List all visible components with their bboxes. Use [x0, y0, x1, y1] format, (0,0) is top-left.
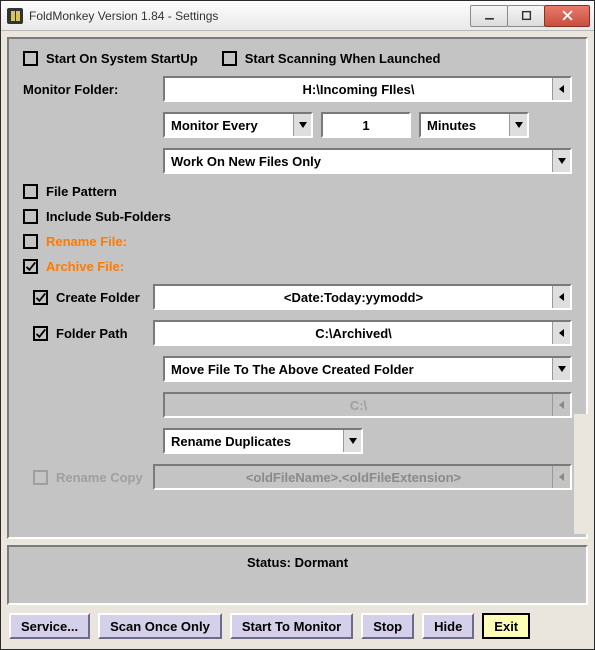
disabled-path-combo: C:\: [163, 392, 572, 418]
start-monitor-button[interactable]: Start To Monitor: [230, 613, 353, 639]
duplicates-value: Rename Duplicates: [165, 434, 343, 449]
folder-path-label: Folder Path: [56, 326, 128, 341]
folder-path-value: C:\Archived\: [155, 326, 552, 341]
titlebar[interactable]: FoldMonkey Version 1.84 - Settings: [1, 1, 594, 31]
start-on-startup-label: Start On System StartUp: [46, 51, 198, 66]
archive-file-checkbox[interactable]: [23, 259, 38, 274]
chevron-left-icon[interactable]: [552, 78, 570, 100]
exit-button[interactable]: Exit: [482, 613, 530, 639]
interval-mode-combo[interactable]: Monitor Every: [163, 112, 313, 138]
include-subfolders-label: Include Sub-Folders: [46, 209, 171, 224]
app-window: FoldMonkey Version 1.84 - Settings Start…: [0, 0, 595, 650]
create-folder-combo[interactable]: <Date:Today:yymodd>: [153, 284, 572, 310]
monitor-folder-value: H:\Incoming FIles\: [165, 82, 552, 97]
move-action-combo[interactable]: Move File To The Above Created Folder: [163, 356, 572, 382]
app-icon: [7, 8, 23, 24]
rename-copy-value: <oldFileName>.<oldFileExtension>: [155, 470, 552, 485]
status-text: Status: Dormant: [247, 555, 348, 603]
client-area: Start On System StartUp Start Scanning W…: [1, 31, 594, 649]
monitor-folder-combo[interactable]: H:\Incoming FIles\: [163, 76, 572, 102]
minimize-button[interactable]: [470, 5, 508, 27]
create-folder-checkbox[interactable]: [33, 290, 48, 305]
interval-unit-value: Minutes: [421, 118, 509, 133]
interval-unit-combo[interactable]: Minutes: [419, 112, 529, 138]
chevron-left-icon[interactable]: [552, 322, 570, 344]
disabled-path-value: C:\: [165, 398, 552, 413]
chevron-down-icon[interactable]: [293, 114, 311, 136]
monitor-folder-label: Monitor Folder:: [23, 82, 163, 97]
chevron-down-icon[interactable]: [552, 150, 570, 172]
chevron-down-icon[interactable]: [509, 114, 527, 136]
start-scanning-checkbox[interactable]: [222, 51, 237, 66]
start-scanning-label: Start Scanning When Launched: [245, 51, 441, 66]
folder-path-combo[interactable]: C:\Archived\: [153, 320, 572, 346]
scan-once-button[interactable]: Scan Once Only: [98, 613, 222, 639]
rename-file-label: Rename File:: [46, 234, 127, 249]
interval-value-field[interactable]: 1: [321, 112, 411, 138]
window-title: FoldMonkey Version 1.84 - Settings: [29, 9, 471, 23]
chevron-left-icon: [552, 394, 570, 416]
chevron-left-icon[interactable]: [552, 286, 570, 308]
file-pattern-checkbox[interactable]: [23, 184, 38, 199]
create-folder-label: Create Folder: [56, 290, 140, 305]
settings-panel: Start On System StartUp Start Scanning W…: [7, 37, 588, 539]
close-button[interactable]: [544, 5, 590, 27]
duplicates-combo[interactable]: Rename Duplicates: [163, 428, 363, 454]
scrollbar[interactable]: [574, 414, 589, 534]
status-panel: Status: Dormant: [7, 545, 588, 605]
window-controls: [471, 5, 590, 27]
include-subfolders-checkbox[interactable]: [23, 209, 38, 224]
folder-path-checkbox[interactable]: [33, 326, 48, 341]
service-button[interactable]: Service...: [9, 613, 90, 639]
work-mode-value: Work On New Files Only: [165, 154, 552, 169]
work-mode-combo[interactable]: Work On New Files Only: [163, 148, 572, 174]
hide-button[interactable]: Hide: [422, 613, 474, 639]
maximize-button[interactable]: [507, 5, 545, 27]
start-on-startup-checkbox[interactable]: [23, 51, 38, 66]
chevron-down-icon[interactable]: [552, 358, 570, 380]
interval-mode-value: Monitor Every: [165, 118, 293, 133]
archive-file-label: Archive File:: [46, 259, 124, 274]
file-pattern-label: File Pattern: [46, 184, 117, 199]
rename-copy-combo: <oldFileName>.<oldFileExtension>: [153, 464, 572, 490]
chevron-down-icon[interactable]: [343, 430, 361, 452]
stop-button[interactable]: Stop: [361, 613, 414, 639]
rename-copy-label: Rename Copy: [56, 470, 143, 485]
button-row: Service... Scan Once Only Start To Monit…: [7, 613, 588, 643]
create-folder-value: <Date:Today:yymodd>: [155, 290, 552, 305]
rename-file-checkbox[interactable]: [23, 234, 38, 249]
chevron-left-icon: [552, 466, 570, 488]
rename-copy-checkbox: [33, 470, 48, 485]
interval-value: 1: [362, 118, 369, 133]
move-action-value: Move File To The Above Created Folder: [165, 362, 552, 377]
